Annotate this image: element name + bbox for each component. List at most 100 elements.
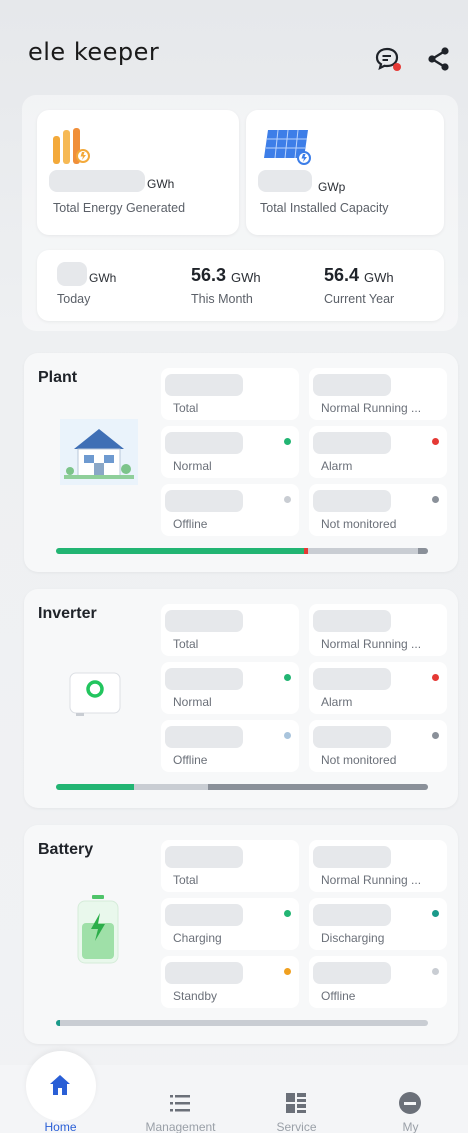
inverter-normal-value xyxy=(165,668,243,690)
inverter-normal-running-value xyxy=(313,610,391,632)
current-year-value: 56.4 xyxy=(324,265,360,285)
list-icon xyxy=(168,1091,192,1115)
plant-offline-cell[interactable]: Offline xyxy=(161,484,299,536)
plant-not-monitored-cell[interactable]: Not monitored xyxy=(309,484,447,536)
this-month-stat[interactable]: 56.3 GWh This Month xyxy=(187,250,307,321)
installed-capacity-card[interactable]: GWp Total Installed Capacity xyxy=(246,110,444,235)
battery-standby-value xyxy=(165,962,243,984)
current-year-stat[interactable]: 56.4 GWh Current Year xyxy=(320,250,440,321)
tab-home[interactable]: Home xyxy=(2,1051,119,1133)
plant-offline-value xyxy=(165,490,243,512)
total-energy-unit: GWh xyxy=(147,177,175,191)
chat-alert-icon[interactable] xyxy=(374,46,401,72)
battery-normal-running-cell[interactable]: Normal Running ... xyxy=(309,840,447,892)
battery-charging-label: Charging xyxy=(173,931,222,945)
status-dot-discharging xyxy=(432,910,439,917)
plant-normal-running-cell[interactable]: Normal Running ... xyxy=(309,368,447,420)
inverter-offline-value xyxy=(165,726,243,748)
this-month-value: 56.3 xyxy=(191,265,227,285)
battery-discharging-label: Discharging xyxy=(321,931,385,945)
grid-icon xyxy=(284,1091,308,1115)
total-energy-value xyxy=(49,170,145,192)
battery-charging-value xyxy=(165,904,243,926)
battery-discharging-cell[interactable]: Discharging xyxy=(309,898,447,950)
battery-section[interactable]: Battery Total Normal Running ... Chargin… xyxy=(24,825,458,1044)
inverter-alarm-cell[interactable]: Alarm xyxy=(309,662,447,714)
energy-summary-panel: GWh Total Energy Generated GWp Total Ins… xyxy=(22,95,458,331)
inverter-normal-running-label: Normal Running ... xyxy=(321,637,422,651)
plant-alarm-cell[interactable]: Alarm xyxy=(309,426,447,478)
battery-standby-label: Standby xyxy=(173,989,218,1003)
plant-bar-normal xyxy=(56,548,304,554)
inverter-device-icon xyxy=(66,669,124,719)
inverter-section[interactable]: Inverter Total Normal Running ... Normal… xyxy=(24,589,458,808)
plant-total-cell[interactable]: Total xyxy=(161,368,299,420)
inverter-total-cell[interactable]: Total xyxy=(161,604,299,656)
inverter-normal-cell[interactable]: Normal xyxy=(161,662,299,714)
plant-section[interactable]: Plant Total Normal Running ... Normal Al… xyxy=(24,353,458,572)
plant-alarm-label: Alarm xyxy=(321,459,353,473)
status-dot-offline xyxy=(284,732,291,739)
battery-total-cell[interactable]: Total xyxy=(161,840,299,892)
plant-normal-running-value xyxy=(313,374,391,396)
tab-management[interactable]: Management xyxy=(122,1065,239,1133)
battery-normal-running-value xyxy=(313,846,391,868)
solar-panel-icon xyxy=(262,126,314,166)
status-dot-offline xyxy=(284,496,291,503)
tab-service[interactable]: Service xyxy=(238,1065,355,1133)
inverter-offline-label: Offline xyxy=(173,753,208,767)
inverter-bar-not-monitored xyxy=(208,784,428,790)
home-icon xyxy=(48,1073,72,1097)
battery-offline-cell[interactable]: Offline xyxy=(309,956,447,1008)
battery-total-label: Total xyxy=(173,873,199,887)
inverter-offline-cell[interactable]: Offline xyxy=(161,720,299,772)
inverter-alarm-label: Alarm xyxy=(321,695,353,709)
inverter-normal-label: Normal xyxy=(173,695,212,709)
status-dot-alarm xyxy=(432,438,439,445)
inverter-bar-offline xyxy=(134,784,208,790)
installed-capacity-value xyxy=(258,170,312,192)
profile-icon xyxy=(398,1091,422,1115)
app-logo: ele keeper xyxy=(28,38,160,66)
inverter-alarm-value xyxy=(313,668,391,690)
inverter-not-monitored-cell[interactable]: Not monitored xyxy=(309,720,447,772)
battery-standby-cell[interactable]: Standby xyxy=(161,956,299,1008)
plant-total-value xyxy=(165,374,243,396)
today-value xyxy=(57,262,87,286)
tab-management-label: Management xyxy=(145,1120,216,1133)
status-dot-offline xyxy=(432,968,439,975)
plant-normal-cell[interactable]: Normal xyxy=(161,426,299,478)
inverter-normal-running-cell[interactable]: Normal Running ... xyxy=(309,604,447,656)
inverter-total-label: Total xyxy=(173,637,199,651)
tab-service-label: Service xyxy=(276,1120,317,1133)
status-dot-normal xyxy=(284,674,291,681)
period-stats-card: GWh Today 56.3 GWh This Month 56.4 GWh C… xyxy=(37,250,444,321)
battery-charging-cell[interactable]: Charging xyxy=(161,898,299,950)
battery-icon xyxy=(76,893,120,967)
plant-bar-alarm xyxy=(304,548,308,554)
today-label: Today xyxy=(57,292,91,306)
battery-offline-label: Offline xyxy=(321,989,356,1003)
notification-dot xyxy=(393,63,401,71)
app-root: ele keeper GWh Total Energy Generated GW… xyxy=(0,0,468,1133)
status-dot-not-monitored xyxy=(432,732,439,739)
tab-my-label: My xyxy=(402,1120,419,1133)
tab-home-label: Home xyxy=(44,1120,77,1133)
total-energy-label: Total Energy Generated xyxy=(53,201,186,215)
energy-bars-icon xyxy=(51,126,91,166)
inverter-not-monitored-value xyxy=(313,726,391,748)
inverter-total-value xyxy=(165,610,243,632)
tab-my[interactable]: My xyxy=(352,1065,468,1133)
share-icon[interactable] xyxy=(426,46,452,72)
bottom-tab-bar: Home Management Service My xyxy=(0,1051,468,1133)
battery-status-progress-bar xyxy=(56,1020,428,1026)
plant-not-monitored-label: Not monitored xyxy=(321,517,397,531)
inverter-bar-normal xyxy=(56,784,134,790)
today-stat[interactable]: GWh Today xyxy=(51,250,171,321)
house-illustration xyxy=(60,419,138,485)
plant-not-monitored-value xyxy=(313,490,391,512)
total-energy-card[interactable]: GWh Total Energy Generated xyxy=(37,110,239,235)
status-dot-normal xyxy=(284,438,291,445)
this-month-unit: GWh xyxy=(231,270,261,285)
plant-alarm-value xyxy=(313,432,391,454)
